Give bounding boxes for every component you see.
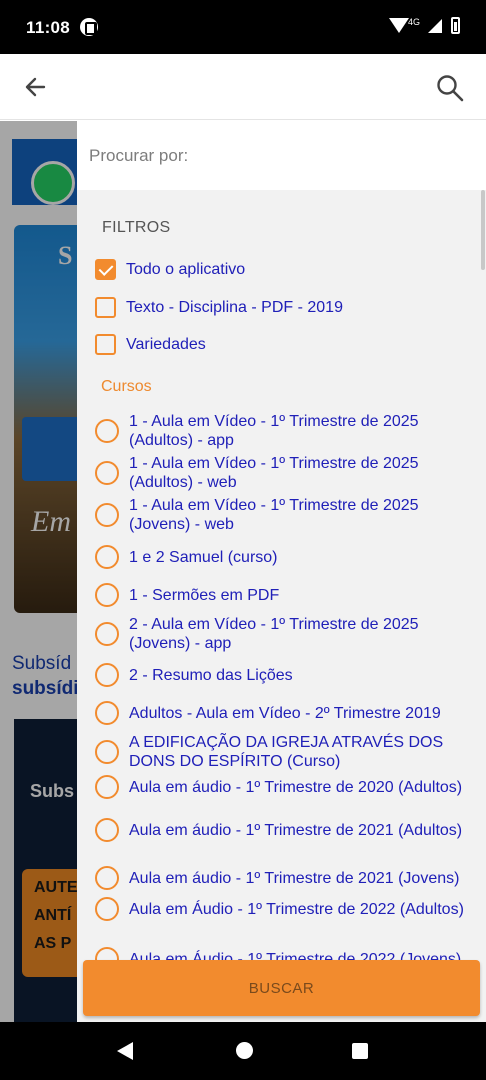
nav-recents-icon[interactable] [352, 1043, 368, 1059]
course-label: 2 - Resumo das Lições [129, 666, 293, 684]
status-time: 11:08 [26, 18, 71, 37]
course-radio-row[interactable]: 1 - Aula em Vídeo - 1º Trimestre de 2025… [95, 412, 475, 450]
course-radio-row[interactable]: 2 - Aula em Vídeo - 1º Trimestre de 2025… [95, 615, 475, 653]
status-bar: 11:08 4G [0, 0, 486, 54]
filter-label: Variedades [126, 336, 206, 353]
nav-back-icon[interactable] [117, 1042, 133, 1060]
arrow-left-icon[interactable] [22, 73, 50, 101]
course-label: Aula em Áudio - 1º Trimestre de 2022 (Ad… [129, 900, 464, 918]
course-radio-row[interactable]: 1 - Aula em Vídeo - 1º Trimestre de 2025… [95, 454, 475, 492]
radio-button[interactable] [95, 622, 119, 646]
radio-button[interactable] [95, 818, 119, 842]
cursos-heading: Cursos [101, 378, 152, 395]
filter-checkbox-row[interactable]: Todo o aplicativo [95, 259, 475, 280]
course-label: 1 - Sermões em PDF [129, 586, 280, 604]
radio-button[interactable] [95, 775, 119, 799]
course-label: Aula em áudio - 1º Trimestre de 2020 (Ad… [129, 778, 463, 796]
course-label: 1 - Aula em Vídeo - 1º Trimestre de 2025… [129, 413, 419, 449]
course-radio-row[interactable]: Aula em Áudio - 1º Trimestre de 2022 (Ad… [95, 897, 475, 921]
search-field-container [77, 121, 486, 190]
radio-button[interactable] [95, 740, 119, 764]
radio-button[interactable] [95, 866, 119, 890]
course-radio-row[interactable]: 1 - Aula em Vídeo - 1º Trimestre de 2025… [95, 496, 475, 534]
filters-heading: FILTROS [102, 219, 171, 236]
checkbox[interactable] [95, 297, 116, 318]
course-label: Aula em áudio - 1º Trimestre de 2021 (Ad… [129, 821, 463, 839]
filter-label: Texto - Disciplina - PDF - 2019 [126, 299, 343, 316]
radio-button[interactable] [95, 583, 119, 607]
course-radio-row[interactable]: 1 e 2 Samuel (curso) [95, 545, 475, 569]
course-label: A EDIFICAÇÃO DA IGREJA ATRAVÉS DOS DONS … [129, 734, 444, 770]
search-icon[interactable] [435, 73, 465, 103]
radio-button[interactable] [95, 461, 119, 485]
drawer-scrim[interactable] [0, 121, 78, 1022]
radio-button[interactable] [95, 897, 119, 921]
checkbox[interactable] [95, 334, 116, 355]
wifi-icon [389, 18, 409, 33]
course-radio-row[interactable]: Aula em áudio - 1º Trimestre de 2021 (Jo… [95, 866, 475, 890]
signal-icon [428, 19, 442, 33]
app-bar [0, 54, 486, 120]
course-label: Aula em áudio - 1º Trimestre de 2021 (Jo… [129, 869, 460, 887]
course-label: Adultos - Aula em Vídeo - 2º Trimestre 2… [129, 704, 441, 722]
course-radio-row[interactable]: Aula em áudio - 1º Trimestre de 2020 (Ad… [95, 775, 475, 799]
course-label: 1 e 2 Samuel (curso) [129, 548, 278, 566]
checkbox-checked[interactable] [95, 259, 116, 280]
radio-button[interactable] [95, 663, 119, 687]
nav-home-icon[interactable] [236, 1042, 253, 1059]
buscar-button[interactable]: BUSCAR [83, 960, 480, 1016]
battery-icon [451, 17, 460, 34]
search-input[interactable] [89, 141, 469, 171]
course-label: 2 - Aula em Vídeo - 1º Trimestre de 2025… [129, 616, 419, 652]
network-type: 4G [408, 17, 421, 27]
course-label: 1 - Aula em Vídeo - 1º Trimestre de 2025… [129, 497, 419, 533]
drawer-scrollbar[interactable] [481, 190, 485, 270]
filter-checkbox-row[interactable]: Texto - Disciplina - PDF - 2019 [95, 297, 475, 318]
filter-label: Todo o aplicativo [126, 261, 246, 278]
system-nav-bar [0, 1022, 486, 1080]
course-radio-row[interactable]: Aula em áudio - 1º Trimestre de 2021 (Ad… [95, 818, 475, 842]
search-filter-drawer: FILTROS Todo o aplicativo Texto - Discip… [77, 121, 486, 1022]
app-notification-icon [80, 18, 98, 36]
radio-button[interactable] [95, 419, 119, 443]
filter-checkbox-row[interactable]: Variedades [95, 334, 475, 355]
course-radio-row[interactable]: 1 - Sermões em PDF [95, 583, 475, 607]
course-radio-row[interactable]: 2 - Resumo das Lições [95, 663, 475, 687]
course-radio-row[interactable]: A EDIFICAÇÃO DA IGREJA ATRAVÉS DOS DONS … [95, 733, 475, 771]
radio-button[interactable] [95, 503, 119, 527]
radio-button[interactable] [95, 701, 119, 725]
radio-button[interactable] [95, 545, 119, 569]
course-radio-row[interactable]: Adultos - Aula em Vídeo - 2º Trimestre 2… [95, 701, 475, 725]
course-label: 1 - Aula em Vídeo - 1º Trimestre de 2025… [129, 455, 419, 491]
